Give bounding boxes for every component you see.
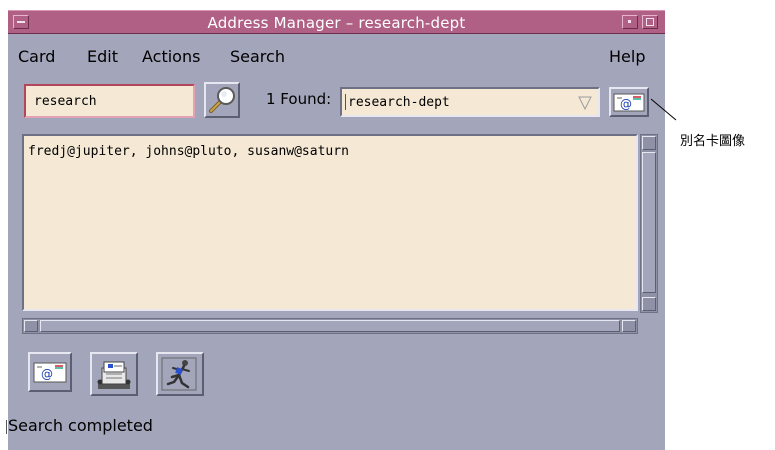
mail-card-button[interactable]: @: [28, 352, 72, 392]
runner-button[interactable]: [156, 352, 204, 396]
found-count-label: 1 Found:: [266, 90, 332, 108]
status-divider: [6, 420, 7, 434]
magnifier-icon: [209, 87, 235, 113]
minimize-button[interactable]: [622, 15, 638, 29]
alias-card-icon: @: [613, 93, 645, 112]
maximize-button[interactable]: [642, 15, 658, 29]
vertical-scrollbar[interactable]: [640, 134, 658, 313]
horizontal-scrollbar[interactable]: [22, 318, 638, 334]
svg-text:@: @: [620, 97, 632, 111]
scroll-up-arrow[interactable]: [642, 136, 656, 150]
scroll-left-arrow[interactable]: [24, 320, 38, 332]
text-cursor: [345, 94, 346, 110]
menu-card[interactable]: Card: [18, 47, 55, 66]
card-content-area[interactable]: fredj@jupiter, johns@pluto, susanw@satur…: [22, 134, 638, 311]
svg-text:@: @: [41, 367, 53, 381]
search-button[interactable]: [204, 82, 240, 118]
scroll-right-arrow[interactable]: [622, 320, 636, 332]
title-bar[interactable]: Address Manager – research-dept: [8, 10, 665, 34]
window-menu-button[interactable]: [13, 15, 29, 29]
menu-actions[interactable]: Actions: [142, 47, 200, 66]
menu-bar: Card Edit Actions Search Help: [8, 34, 665, 68]
status-text: Search completed: [8, 416, 153, 435]
callout-label: 別名卡圖像: [680, 134, 746, 149]
window-title: Address Manager – research-dept: [207, 14, 466, 32]
card-content-text: fredj@jupiter, johns@pluto, susanw@satur…: [28, 144, 349, 159]
found-results-value: research-dept: [348, 95, 450, 110]
address-manager-window: Address Manager – research-dept Card Edi…: [6, 10, 665, 450]
horizontal-scroll-thumb[interactable]: [40, 320, 620, 332]
dropdown-arrow-icon[interactable]: [578, 95, 592, 111]
search-input[interactable]: research: [24, 84, 195, 118]
menu-edit[interactable]: Edit: [87, 47, 118, 66]
vertical-scroll-thumb[interactable]: [642, 152, 656, 293]
runner-icon: [161, 357, 197, 391]
found-results-combo[interactable]: research-dept: [340, 87, 600, 117]
scroll-down-arrow[interactable]: [642, 297, 656, 311]
menu-help[interactable]: Help: [609, 47, 645, 66]
alias-card-button[interactable]: @: [609, 87, 649, 117]
rolodex-button[interactable]: [90, 352, 138, 396]
rolodex-icon: [97, 361, 131, 389]
menu-search[interactable]: Search: [230, 47, 285, 66]
mail-card-icon: @: [33, 362, 67, 383]
search-input-value: research: [34, 94, 97, 109]
